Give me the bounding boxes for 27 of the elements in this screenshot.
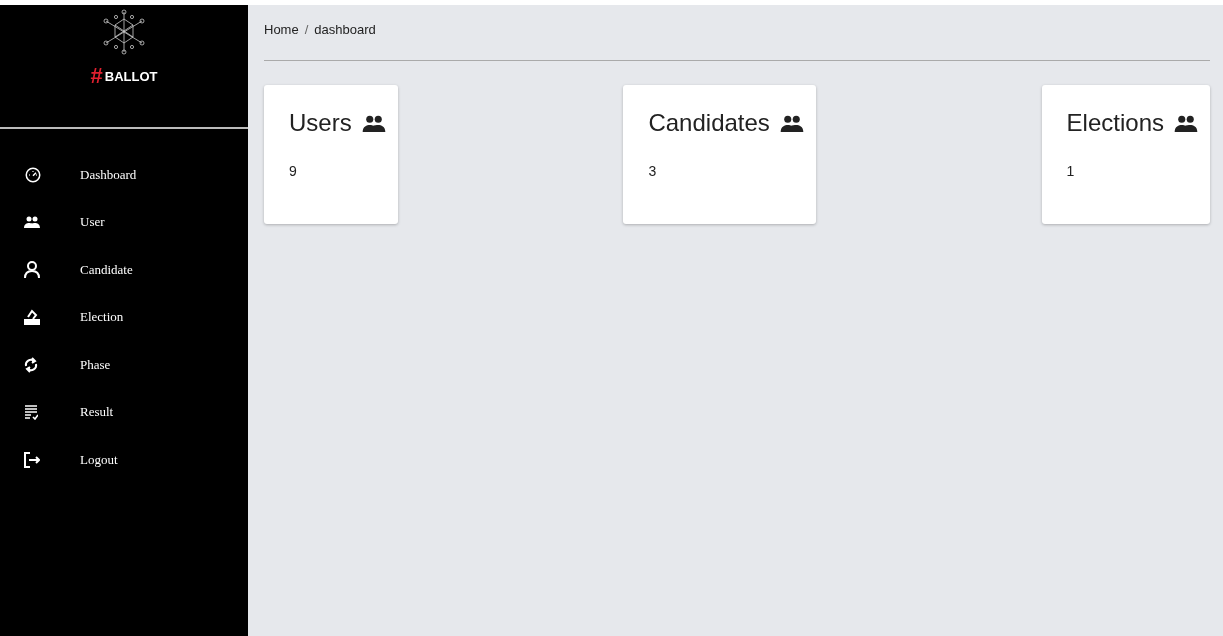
breadcrumb-separator: / [304, 22, 309, 37]
sync-icon [24, 356, 38, 373]
sidebar-item[interactable]: Election [0, 293, 248, 341]
sidebar-item[interactable]: Result [0, 388, 248, 436]
people-icon [24, 216, 40, 229]
people-icon [779, 114, 804, 132]
card-count: 3 [648, 163, 658, 179]
brand-logo: #BALLOT [90, 63, 158, 89]
sidebar-item[interactable]: Phase [0, 341, 248, 389]
card-count: 1 [1066, 163, 1076, 179]
sidebar-item[interactable]: Dashboard [0, 151, 248, 199]
card-title: Elections [1066, 109, 1164, 137]
gauge-icon [24, 165, 42, 184]
breadcrumb-link[interactable]: Home [264, 22, 299, 37]
card-count: 9 [289, 163, 298, 179]
ballot-box-icon [24, 309, 40, 326]
breadcrumb-link[interactable]: dashboard [314, 22, 376, 37]
people-icon [1174, 114, 1198, 132]
list-check-icon [24, 404, 38, 421]
sidebar-item[interactable]: Logout [0, 436, 248, 484]
card-title: Users [289, 109, 352, 137]
person-icon [24, 260, 40, 279]
logout-icon [24, 451, 40, 468]
sidebar-item[interactable]: Candidate [0, 246, 248, 294]
card-title: Candidates [648, 109, 770, 137]
sidebar-item[interactable]: User [0, 198, 248, 246]
people-icon [361, 114, 386, 132]
